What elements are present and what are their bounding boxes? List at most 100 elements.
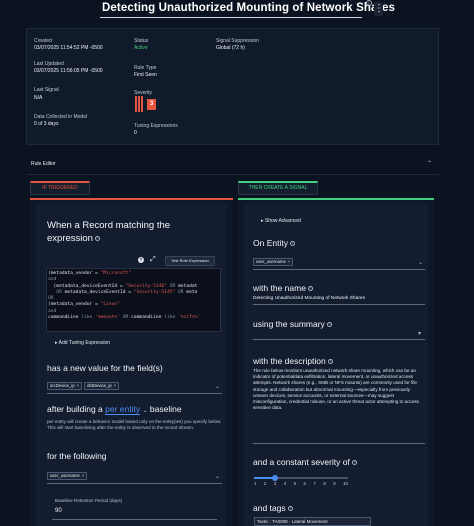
tuning-expressions-label: Tuning Expressions bbox=[134, 123, 178, 129]
info-icon[interactable]: i bbox=[327, 359, 333, 365]
field-chip-src-ip-label: srcDevice_ip bbox=[50, 383, 75, 388]
on-entity-heading: On Entity i bbox=[253, 238, 295, 248]
tab-if-triggered[interactable]: IF TRIGGERED bbox=[30, 181, 90, 195]
code-token: and bbox=[48, 277, 57, 283]
remove-icon[interactable]: × bbox=[114, 383, 117, 388]
remove-icon[interactable]: × bbox=[77, 383, 80, 388]
rule-title-field[interactable]: Detecting Unauthorized Mounting of Netwo… bbox=[100, 0, 396, 18]
field-chip-src-ip[interactable]: srcDevice_ip × bbox=[47, 382, 83, 390]
code-token: meta bbox=[186, 289, 198, 295]
status-value: Active bbox=[134, 45, 148, 51]
code-token: OR bbox=[48, 296, 54, 302]
add-tuning-expression-button[interactable]: ▸ Add Tuning Expression bbox=[55, 340, 110, 346]
tab-then-create-signal[interactable]: THEN CREATE A SIGNAL bbox=[238, 181, 318, 195]
rule-expression-editor[interactable]: (metadata_vendor = "Microsoft" and (metad… bbox=[46, 268, 221, 332]
info-icon[interactable]: i bbox=[351, 460, 357, 466]
after-building-text: after building a bbox=[47, 404, 103, 414]
description-heading: with the description i bbox=[253, 356, 333, 366]
code-toolbar: ? ⤢ Test Rule Expression bbox=[136, 256, 224, 266]
entity-chip[interactable]: user_username × bbox=[47, 472, 88, 480]
test-rule-expression-button[interactable]: Test Rule Expression bbox=[165, 256, 215, 266]
description-heading-text: with the description bbox=[253, 356, 326, 366]
chevron-down-icon[interactable]: ⌄ bbox=[418, 259, 423, 266]
severity-tick-label[interactable]: 3 bbox=[274, 481, 276, 486]
rule-editor-header[interactable]: Rule Editor ⌃ bbox=[26, 155, 439, 175]
severity-bar bbox=[135, 96, 137, 112]
entity-select[interactable]: user_username × ⌄ bbox=[47, 472, 222, 484]
name-heading: with the name i bbox=[253, 283, 313, 293]
updated-value: 03/07/2025 11:56:05 PM -0500 bbox=[34, 68, 103, 74]
record-match-heading-text: When a Record matching the expression bbox=[47, 220, 171, 244]
chevron-down-icon[interactable]: ⌄ bbox=[215, 473, 220, 480]
signal-name-input[interactable]: Detecting Unauthorized Mounting of Netwo… bbox=[253, 295, 425, 305]
code-token: metadata_deviceEventId = bbox=[64, 289, 134, 295]
show-advanced-label: Show Advanced bbox=[264, 218, 301, 224]
chevron-down-icon[interactable]: ⌄ bbox=[215, 383, 220, 390]
rule-type-value: First Seen bbox=[134, 72, 157, 78]
retention-period-label: Baseline Retention Period (days) bbox=[55, 498, 123, 503]
for-following-heading: for the following bbox=[47, 451, 107, 461]
code-token: OR bbox=[48, 289, 65, 295]
created-value: 03/07/2025 11:54:52 PM -0500 bbox=[34, 45, 103, 51]
new-value-heading: has a new value for the field(s) bbox=[47, 363, 163, 373]
code-token: like bbox=[164, 315, 179, 321]
last-signal-value: N/A bbox=[34, 95, 43, 101]
page-title: Detecting Unauthorized Mounting of Netwo… bbox=[102, 2, 396, 14]
retention-period-field[interactable]: Baseline Retention Period (days) 90 bbox=[52, 496, 217, 520]
rule-expression-code: (metadata_vendor = "Microsoft" and (metad… bbox=[47, 269, 220, 323]
name-heading-text: with the name bbox=[253, 283, 306, 293]
info-icon[interactable]: i bbox=[94, 235, 100, 241]
severity-tick-label[interactable]: 1 bbox=[254, 481, 256, 486]
info-icon[interactable]: i bbox=[307, 286, 313, 292]
entity-chip-label: user_username bbox=[50, 473, 80, 478]
code-token: commandLine bbox=[48, 315, 82, 321]
more-options-button[interactable]: ⋮ bbox=[374, 2, 384, 16]
collapse-chevron-icon[interactable]: ⌃ bbox=[427, 160, 432, 167]
summary-heading: using the summary i bbox=[253, 319, 332, 329]
baseline-type-select[interactable]: per entity bbox=[105, 404, 141, 415]
chevron-down-icon[interactable]: ⌄ bbox=[142, 408, 147, 414]
severity-tick-label[interactable]: 2 bbox=[264, 481, 266, 486]
code-token: and bbox=[48, 308, 57, 314]
help-icon[interactable]: ? bbox=[138, 257, 144, 263]
status-label: Status bbox=[134, 38, 149, 44]
fields-select[interactable]: srcDevice_ip × dstDevice_ip × ⌄ bbox=[47, 382, 222, 394]
info-icon[interactable]: i bbox=[287, 506, 293, 512]
after-building-heading: after building a per entity ⌄ baseline bbox=[47, 404, 182, 415]
signal-entity-chip-label: user_username bbox=[256, 259, 286, 264]
remove-icon[interactable]: × bbox=[82, 473, 85, 478]
field-chip-dst-ip[interactable]: dstDevice_ip × bbox=[84, 382, 120, 390]
severity-tick-label[interactable]: 9 bbox=[333, 481, 335, 486]
severity-heading: and a constant severity of i bbox=[253, 457, 357, 467]
rule-editor-title: Rule Editor bbox=[31, 161, 56, 167]
show-advanced-toggle[interactable]: ▸ Show Advanced bbox=[261, 218, 301, 224]
severity-heading-text: and a constant severity of bbox=[253, 457, 350, 467]
severity-slider[interactable] bbox=[254, 474, 348, 481]
info-icon[interactable]: i bbox=[366, 0, 372, 6]
signal-description-input[interactable]: The rule below monitors unauthorized net… bbox=[253, 368, 425, 444]
tag-chip-tactic-label: Tactic : TA0008 - Lateral Movement bbox=[257, 519, 328, 524]
code-token: OR bbox=[175, 289, 187, 295]
info-icon[interactable]: i bbox=[289, 241, 295, 247]
remove-icon[interactable]: × bbox=[288, 259, 291, 264]
signal-entity-select[interactable]: user_username × ⌄ bbox=[253, 258, 425, 270]
severity-tick-label[interactable]: 4 bbox=[284, 481, 286, 486]
info-icon[interactable]: i bbox=[326, 322, 332, 328]
code-token: (metadata_vendor = bbox=[48, 271, 101, 276]
tag-chip-tactic[interactable]: Tactic : TA0008 - Lateral Movement bbox=[254, 517, 371, 526]
severity-tick-label[interactable]: 8 bbox=[323, 481, 325, 486]
expand-field-icon[interactable]: ▾ bbox=[418, 330, 421, 337]
code-token: "Security-5140" bbox=[125, 283, 167, 289]
severity-tick-label[interactable]: 10 bbox=[343, 481, 348, 486]
expand-icon[interactable]: ⤢ bbox=[150, 256, 156, 264]
severity-tick-label[interactable]: 5 bbox=[294, 481, 296, 486]
severity-slider-thumb[interactable] bbox=[271, 474, 278, 481]
signal-summary-input[interactable]: ▾ bbox=[253, 330, 425, 340]
data-collected-label: Data Collected in Model bbox=[34, 114, 88, 120]
add-tuning-expression-label: Add Tuning Expression bbox=[58, 340, 111, 346]
baseline-description: per entity will create a behavior model … bbox=[47, 419, 222, 431]
signal-entity-chip[interactable]: user_username × bbox=[253, 258, 294, 266]
code-token: commandLine bbox=[131, 315, 165, 321]
severity-tick-label[interactable]: 6 bbox=[304, 481, 306, 486]
severity-tick-label[interactable]: 7 bbox=[313, 481, 315, 486]
